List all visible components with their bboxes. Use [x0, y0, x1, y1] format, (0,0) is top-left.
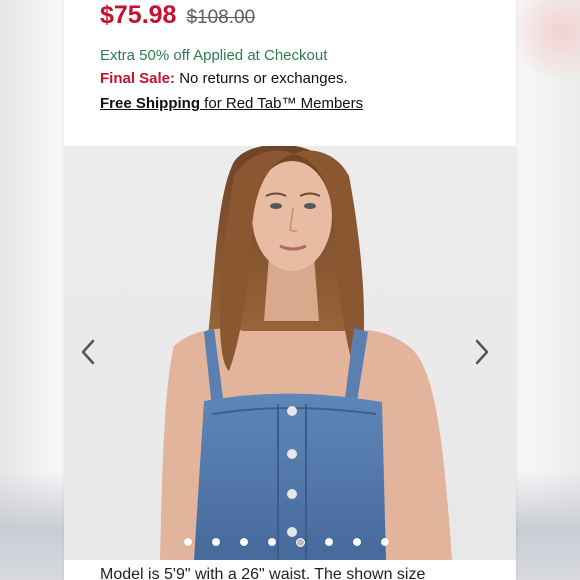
sale-price: $75.98 — [100, 1, 177, 29]
chevron-left-icon — [81, 339, 95, 365]
free-shipping-link[interactable]: Free Shipping for Red Tab™ Members — [100, 94, 363, 114]
carousel-dot[interactable] — [353, 538, 361, 546]
chevron-right-icon — [475, 339, 489, 365]
carousel-prev-button[interactable] — [80, 339, 108, 369]
carousel-dot[interactable] — [325, 538, 333, 546]
carousel-dot[interactable] — [268, 538, 276, 546]
carousel-dot[interactable] — [212, 538, 220, 546]
price-row: $75.98 $108.00 — [100, 0, 255, 32]
final-sale-text: No returns or exchanges. — [175, 70, 348, 87]
final-sale-notice: Final Sale: No returns or exchanges. — [100, 69, 348, 89]
promo-text: Extra 50% off Applied at Checkout — [100, 47, 328, 64]
model-wearing-denim-jumpsuit — [160, 146, 452, 560]
model-size-caption: Model is 5'9" with a 26" waist. The show… — [100, 566, 426, 580]
carousel-dot-active[interactable] — [296, 538, 305, 547]
free-shipping-strong: Free Shipping — [100, 95, 201, 112]
original-price: $108.00 — [186, 7, 256, 28]
carousel-dot[interactable] — [240, 538, 248, 546]
carousel-pagination — [184, 538, 389, 547]
background-blur-top — [516, 0, 580, 90]
product-card: $75.98 $108.00 Extra 50% off Applied at … — [64, 0, 516, 580]
carousel-next-button[interactable] — [474, 339, 502, 369]
free-shipping-text: for Red Tab™ Members — [200, 95, 364, 112]
final-sale-label: Final Sale: — [100, 70, 176, 87]
carousel-dot[interactable] — [381, 538, 389, 546]
product-image-carousel[interactable] — [64, 146, 516, 560]
carousel-dot[interactable] — [184, 538, 192, 546]
